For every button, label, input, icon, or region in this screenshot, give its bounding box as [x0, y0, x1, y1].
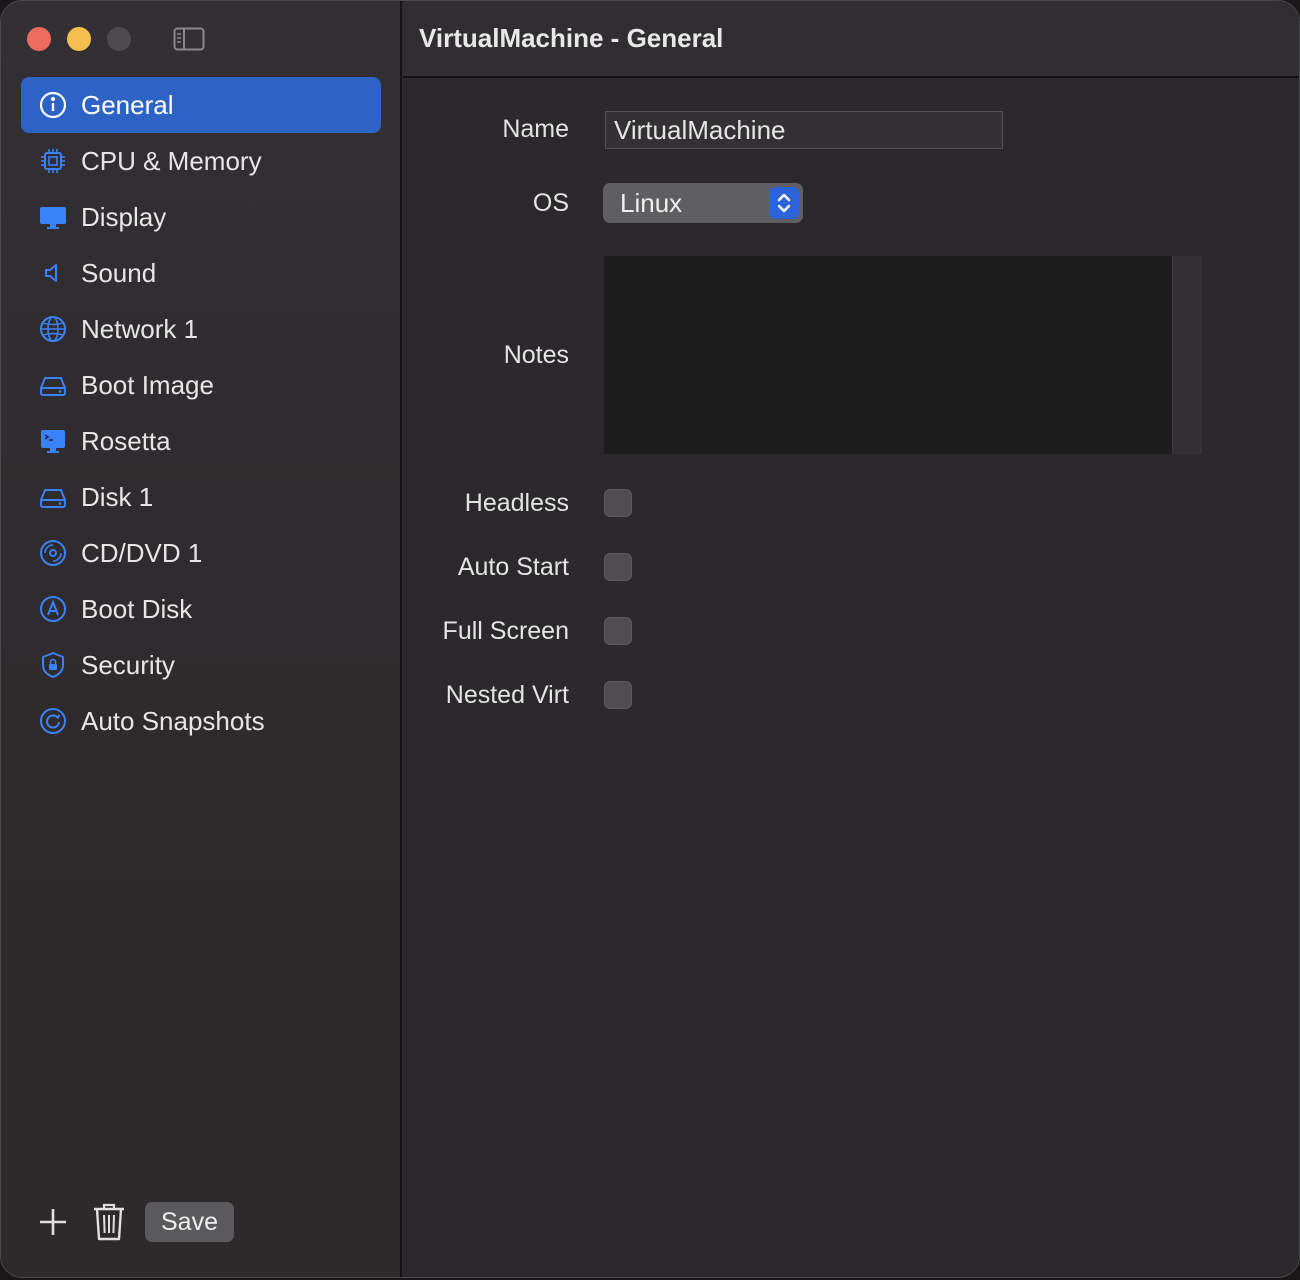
nested-virt-checkbox[interactable]: [604, 681, 632, 709]
sidebar-item-label: Disk 1: [81, 481, 154, 512]
title-bar: VirtualMachine - General: [403, 1, 1299, 78]
sidebar-item-sound[interactable]: Sound: [21, 245, 381, 301]
sidebar-item-rosetta[interactable]: Rosetta: [21, 413, 381, 469]
sidebar-toggle-icon[interactable]: [173, 27, 205, 51]
full-screen-label: Full Screen: [442, 617, 569, 645]
sidebar-item-general[interactable]: General: [21, 77, 381, 133]
minimize-button[interactable]: [67, 27, 91, 51]
cpu-chip-icon: [37, 145, 69, 177]
main-panel: VirtualMachine - General Name VirtualMac…: [403, 1, 1299, 1277]
sidebar-item-label: CD/DVD 1: [81, 537, 203, 568]
shield-lock-icon: [37, 649, 69, 681]
info-circle-icon: [37, 89, 69, 121]
full-screen-checkbox[interactable]: [604, 617, 632, 645]
sidebar-item-label: Network 1: [81, 313, 199, 344]
window-controls: [27, 27, 131, 51]
sidebar-item-label: Boot Disk: [81, 593, 193, 624]
auto-start-checkbox[interactable]: [604, 553, 632, 581]
notes-textarea[interactable]: [603, 255, 1203, 455]
sidebar-item-label: Boot Image: [81, 369, 214, 400]
sidebar-item-network-1[interactable]: Network 1: [21, 301, 381, 357]
sidebar-item-security[interactable]: Security: [21, 637, 381, 693]
drive-icon: [37, 481, 69, 513]
sidebar-item-label: CPU & Memory: [81, 145, 262, 176]
display-icon: [37, 201, 69, 233]
delete-device-button[interactable]: [91, 1201, 127, 1243]
sidebar-item-label: Rosetta: [81, 425, 171, 456]
notes-scrollbar[interactable]: [1172, 256, 1202, 454]
auto-start-label: Auto Start: [457, 553, 569, 581]
save-button[interactable]: Save: [145, 1202, 234, 1242]
add-device-button[interactable]: [35, 1201, 71, 1243]
sidebar-item-cpu-memory[interactable]: CPU & Memory: [21, 133, 381, 189]
zoom-button[interactable]: [107, 27, 131, 51]
sidebar-item-label: General: [81, 89, 174, 120]
drive-icon: [37, 369, 69, 401]
sidebar-toolbar: Save: [35, 1201, 234, 1243]
terminal-display-icon: [37, 425, 69, 457]
sidebar-item-boot-disk[interactable]: Boot Disk: [21, 581, 381, 637]
name-field[interactable]: VirtualMachine: [605, 111, 1003, 149]
sidebar-item-disk-1[interactable]: Disk 1: [21, 469, 381, 525]
os-select[interactable]: Linux: [603, 183, 803, 223]
boot-disk-icon: [37, 593, 69, 625]
sidebar-item-label: Security: [81, 649, 175, 680]
globe-icon: [37, 313, 69, 345]
sidebar-item-label: Auto Snapshots: [81, 705, 265, 736]
sidebar-item-auto-snapshots[interactable]: Auto Snapshots: [21, 693, 381, 749]
notes-label: Notes: [503, 341, 569, 369]
sidebar-item-cd-dvd-1[interactable]: CD/DVD 1: [21, 525, 381, 581]
sidebar-item-boot-image[interactable]: Boot Image: [21, 357, 381, 413]
name-label: Name: [502, 115, 569, 143]
sidebar-nav: General CPU & Memory Display Sound Netwo…: [21, 77, 381, 749]
chevron-updown-icon: [769, 187, 799, 219]
headless-checkbox[interactable]: [604, 489, 632, 517]
speaker-icon: [37, 257, 69, 289]
headless-label: Headless: [464, 489, 569, 517]
sidebar-item-display[interactable]: Display: [21, 189, 381, 245]
disc-icon: [37, 537, 69, 569]
nested-virt-label: Nested Virt: [445, 681, 569, 709]
trash-icon: [94, 1203, 124, 1241]
sidebar-item-label: Sound: [81, 257, 157, 288]
os-select-value: Linux: [620, 187, 683, 218]
settings-window: General CPU & Memory Display Sound Netwo…: [0, 0, 1300, 1278]
sidebar-item-label: Display: [81, 201, 167, 232]
sidebar: General CPU & Memory Display Sound Netwo…: [1, 1, 402, 1277]
window-title: VirtualMachine - General: [419, 23, 724, 53]
os-label: OS: [532, 189, 569, 217]
close-button[interactable]: [27, 27, 51, 51]
snapshot-clock-icon: [37, 705, 69, 737]
plus-icon: [40, 1209, 66, 1235]
